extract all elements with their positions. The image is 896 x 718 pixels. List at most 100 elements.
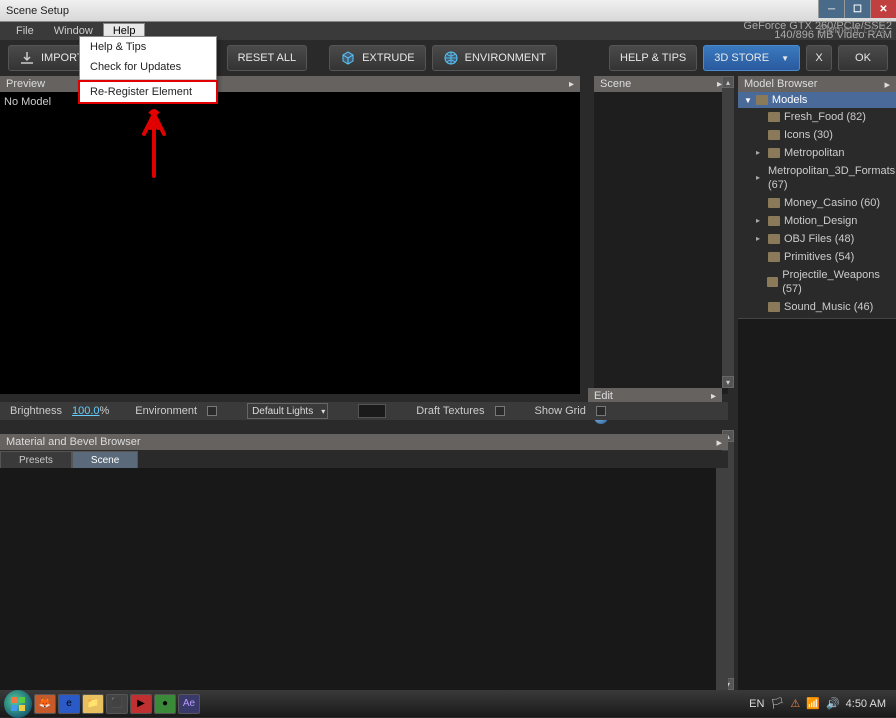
taskbar-app2[interactable]: ▶ [130,694,152,714]
show-grid-checkbox[interactable] [596,406,606,416]
help-tips-item[interactable]: Help & Tips [80,37,216,57]
tree-item-label: Projectile_Weapons (57) [782,268,892,296]
x-button[interactable]: X [806,45,832,71]
tree-item[interactable]: Projectile_Weapons (57) [738,266,896,298]
folder-icon [767,277,778,287]
brightness-value[interactable]: 100.0 [72,405,100,417]
tree-item[interactable]: ▸ Motion_Design [738,212,896,230]
expand-icon: ▸ [756,146,764,160]
panel-expand-icon[interactable]: ▸ [884,78,890,91]
3d-store-button[interactable]: 3D STORE▼ [703,45,800,71]
brightness-label: Brightness [10,405,62,417]
tree-item[interactable]: Fresh_Food (82) [738,108,896,126]
maximize-button[interactable]: ☐ [844,0,870,18]
taskbar-app3[interactable]: ● [154,694,176,714]
tree-item[interactable]: ▸ Metropolitan [738,144,896,162]
tray-language[interactable]: EN [749,698,764,710]
chevron-down-icon: ▼ [744,96,752,105]
scene-header: Scene▸ [594,76,728,92]
help-tips-button[interactable]: HELP & TIPS [609,45,697,71]
tree-item[interactable]: ▸ OBJ Files (48) [738,230,896,248]
model-browser-header: Model Browser▸ [738,76,896,92]
expand-icon: ▸ [756,171,760,185]
scroll-down-button[interactable]: ▾ [722,376,734,388]
expand-icon: ▸ [756,232,764,246]
tree-item[interactable]: Sound_Music (46) [738,298,896,316]
tree-item-label: Metropolitan [784,146,845,160]
environment-label: Environment [135,405,197,417]
folder-icon [768,216,780,226]
taskbar-app1[interactable]: ⬛ [106,694,128,714]
model-browser-panel: Model Browser▸ ▼ Models Fresh_Food (82) I… [738,76,896,690]
environment-button[interactable]: ENVIRONMENT [432,45,557,71]
scene-tree[interactable] [594,92,728,394]
bg-color-swatch[interactable] [358,404,386,418]
tree-item[interactable]: Money_Casino (60) [738,194,896,212]
tree-item-label: Icons (30) [784,128,833,142]
panel-expand-icon[interactable]: ▸ [711,391,716,402]
material-grid[interactable] [0,468,716,690]
scene-panel: Scene▸ [594,76,728,394]
model-tree[interactable]: ▼ Models Fresh_Food (82)Icons (30)▸Metro… [738,92,896,318]
material-scrollbar[interactable] [716,468,728,690]
folder-icon [768,252,780,262]
reset-all-button[interactable]: RESET ALL [227,45,308,71]
tray-flag-icon[interactable]: 🏳 [770,697,784,710]
tray-network-icon[interactable]: 📶 [806,697,820,710]
tree-item[interactable]: ▸Metropolitan_3D_Formats (67) [738,162,896,194]
folder-icon [768,130,780,140]
material-browser-panel: Material and Bevel Browser▸ Presets Scen… [0,430,728,690]
scroll-up-button[interactable]: ▴ [722,76,734,88]
taskbar-ie[interactable]: e [58,694,80,714]
system-tray: EN 🏳 ⚠ 📶 🔊 4:50 AM [749,697,892,710]
titlebar: Scene Setup ─ ☐ ✕ [0,0,896,22]
tree-item-label: Money_Casino (60) [784,196,880,210]
scene-scrollbar[interactable]: ▴ ▾ [722,76,734,388]
tray-clock[interactable]: 4:50 AM [846,698,886,710]
draft-textures-checkbox[interactable] [495,406,505,416]
check-updates-item[interactable]: Check for Updates [80,57,216,77]
tree-item-label: Fresh_Food (82) [784,110,866,124]
no-model-label: No Model [4,96,51,108]
folder-icon [768,302,780,312]
version-label: Element 1.6.2 [819,24,886,36]
tree-item[interactable]: Primitives (54) [738,248,896,266]
taskbar-firefox[interactable]: 🦊 [34,694,56,714]
import-icon [19,50,35,66]
folder-icon [768,112,780,122]
material-browser-header: Material and Bevel Browser▸ [0,434,728,450]
tray-warning-icon[interactable]: ⚠ [790,697,800,710]
globe-icon [443,50,459,66]
minimize-button[interactable]: ─ [818,0,844,18]
extrude-button[interactable]: EXTRUDE [329,45,426,71]
re-register-item[interactable]: Re-Register Element [78,80,218,104]
menu-file[interactable]: File [6,23,44,39]
chevron-down-icon: ▼ [781,54,789,63]
folder-icon [768,198,780,208]
close-button[interactable]: ✕ [870,0,896,18]
lights-combobox[interactable]: Default Lights [247,403,328,419]
panel-expand-icon[interactable]: ▸ [569,79,574,90]
folder-icon [768,234,780,244]
tree-root-models[interactable]: ▼ Models [738,92,896,108]
windows-logo-icon [10,696,26,712]
folder-icon [756,95,768,105]
taskbar-explorer[interactable]: 📁 [82,694,104,714]
folder-icon [768,148,780,158]
start-button[interactable] [4,690,32,718]
tree-item-label: OBJ Files (48) [784,232,854,246]
ok-button[interactable]: OK [838,45,888,71]
extrude-icon [340,50,356,66]
tray-volume-icon[interactable]: 🔊 [826,697,840,710]
draft-textures-label: Draft Textures [416,405,484,417]
taskbar-aftereffects[interactable]: Ae [178,694,200,714]
preview-viewport[interactable]: No Model [0,92,580,394]
expand-icon: ▸ [756,214,764,228]
tab-scene[interactable]: Scene [72,451,138,469]
tree-item-label: Motion_Design [784,214,857,228]
tab-presets[interactable]: Presets [0,451,72,469]
panel-expand-icon[interactable]: ▸ [716,436,722,449]
preview-panel: Preview▸ No Model [0,76,580,394]
environment-checkbox[interactable] [207,406,217,416]
tree-item[interactable]: Icons (30) [738,126,896,144]
